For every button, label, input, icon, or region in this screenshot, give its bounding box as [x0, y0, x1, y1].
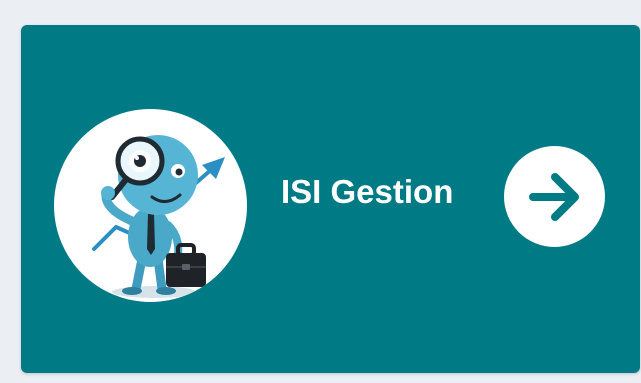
arrow-right-icon [528, 172, 579, 221]
go-arrow-button[interactable] [504, 146, 605, 247]
page: ISI Gestion [0, 0, 641, 383]
card-title: ISI Gestion [281, 173, 454, 210]
mascot-illustration-icon [54, 109, 247, 302]
isi-gestion-card[interactable]: ISI Gestion [21, 25, 640, 373]
